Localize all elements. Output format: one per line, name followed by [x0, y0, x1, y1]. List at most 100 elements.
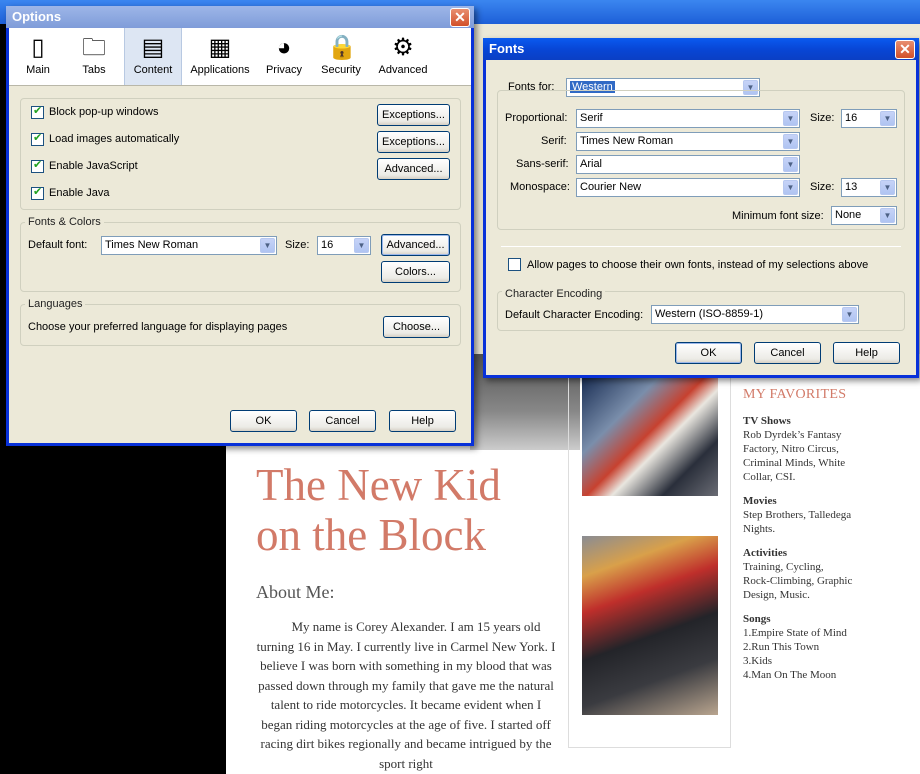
- songs-heading: Songs: [743, 613, 771, 625]
- proportional-select[interactable]: Serif ▼: [576, 109, 800, 128]
- fonts-advanced-button[interactable]: Advanced...: [381, 234, 450, 256]
- default-encoding-label: Default Character Encoding:: [505, 309, 644, 321]
- options-titlebar[interactable]: Options ✕: [6, 6, 474, 28]
- images-exceptions-button[interactable]: Exceptions...: [377, 131, 450, 153]
- column-border: [730, 378, 731, 748]
- list-item: Nights.: [743, 523, 776, 535]
- enable-javascript-label: Enable JavaScript: [49, 160, 138, 172]
- default-font-label: Default font:: [28, 239, 88, 251]
- about-heading: About Me:: [256, 582, 335, 602]
- privacy-icon: ◕: [276, 34, 292, 61]
- monospace-size-label: Size:: [810, 181, 835, 193]
- colors-button[interactable]: Colors...: [381, 261, 450, 283]
- tab-security[interactable]: 🔒 Security: [314, 28, 368, 85]
- column-border: [568, 747, 730, 748]
- list-item: 1.Empire State of Mind: [743, 627, 847, 639]
- tab-applications[interactable]: ▦ Applications: [185, 28, 255, 85]
- fonts-colors-title: Fonts & Colors: [25, 216, 104, 228]
- movies-heading: Movies: [743, 495, 777, 507]
- activities-section: Activities Training, Cycling, Rock-Climb…: [743, 546, 893, 602]
- enable-java-label: Enable Java: [49, 187, 110, 199]
- load-images-label: Load images automatically: [49, 133, 180, 145]
- chevron-down-icon: ▼: [783, 157, 798, 172]
- proportional-size-select[interactable]: 16 ▼: [841, 109, 897, 128]
- load-images-checkbox[interactable]: [31, 131, 44, 146]
- options-close-button[interactable]: ✕: [450, 8, 470, 27]
- chevron-down-icon: ▼: [842, 307, 857, 322]
- content-icon: ▤: [141, 34, 165, 61]
- fonts-help-button[interactable]: Help: [833, 342, 900, 364]
- fonts-close-button[interactable]: ✕: [895, 40, 915, 59]
- list-item: 2.Run This Town: [743, 641, 820, 653]
- list-item: Rob Dyrdek’s Fantasy: [743, 429, 842, 441]
- chevron-down-icon: ▼: [354, 238, 369, 253]
- font-size-select[interactable]: 16 ▼: [317, 236, 371, 255]
- monospace-select[interactable]: Courier New ▼: [576, 178, 800, 197]
- tab-content[interactable]: ▤ Content: [124, 28, 182, 85]
- allow-pages-fonts-checkbox[interactable]: [508, 258, 521, 271]
- fonts-cancel-button[interactable]: Cancel: [754, 342, 821, 364]
- close-icon: ✕: [899, 41, 911, 57]
- languages-text: Choose your preferred language for displ…: [28, 321, 288, 333]
- list-item: 3.Kids: [743, 655, 773, 667]
- tabs-icon: 🗀: [82, 34, 106, 61]
- page-title: The New Kid on the Block: [256, 460, 501, 560]
- list-item: Design, Music.: [743, 589, 810, 601]
- options-dialog: Options ✕ ▯ Main 🗀 Tabs ▤ Content ▦ Appl…: [6, 6, 474, 446]
- fonts-ok-button[interactable]: OK: [675, 342, 742, 364]
- column-border: [568, 378, 569, 748]
- monospace-size-select[interactable]: 13 ▼: [841, 178, 897, 197]
- tab-tabs[interactable]: 🗀 Tabs: [67, 28, 121, 85]
- options-toolbar: ▯ Main 🗀 Tabs ▤ Content ▦ Applications ◕…: [9, 28, 471, 86]
- separator: [501, 246, 901, 247]
- songs-section: Songs 1.Empire State of Mind 2.Run This …: [743, 612, 893, 682]
- sans-serif-select[interactable]: Arial ▼: [576, 155, 800, 174]
- enable-javascript-checkbox[interactable]: [31, 158, 44, 173]
- motorcycle-photo: [582, 378, 718, 496]
- tab-main[interactable]: ▯ Main: [11, 28, 65, 85]
- options-help-button[interactable]: Help: [389, 410, 456, 432]
- close-icon: ✕: [454, 9, 466, 25]
- list-item: Criminal Minds, White: [743, 457, 846, 469]
- minimum-font-size-label: Minimum font size:: [732, 210, 824, 222]
- proportional-size-label: Size:: [810, 112, 835, 124]
- list-item: 4.Man On The Moon: [743, 669, 837, 681]
- minimum-font-size-select[interactable]: None ▼: [831, 206, 897, 225]
- block-popups-label: Block pop-up windows: [49, 106, 159, 118]
- options-ok-button[interactable]: OK: [230, 410, 297, 432]
- options-title: Options: [12, 9, 62, 24]
- sans-serif-label: Sans-serif:: [516, 158, 569, 170]
- list-item: Step Brothers, Talledega: [743, 509, 852, 521]
- list-item: Rock-Climbing, Graphic: [743, 575, 853, 587]
- tv-shows-heading: TV Shows: [743, 415, 791, 427]
- favorites-sidebar: MY FAVORITES TV Shows Rob Dyrdek’s Fanta…: [743, 388, 893, 692]
- chevron-down-icon: ▼: [783, 134, 798, 149]
- about-text: My name is Corey Alexander. I am 15 year…: [256, 619, 556, 771]
- proportional-label: Proportional:: [505, 112, 568, 124]
- javascript-advanced-button[interactable]: Advanced...: [377, 158, 450, 180]
- chevron-down-icon: ▼: [260, 238, 275, 253]
- default-font-select[interactable]: Times New Roman ▼: [101, 236, 277, 255]
- choose-language-button[interactable]: Choose...: [383, 316, 450, 338]
- tab-advanced[interactable]: ⚙ Advanced: [373, 28, 433, 85]
- fonts-title: Fonts: [489, 41, 525, 56]
- enable-java-checkbox[interactable]: [31, 185, 44, 200]
- chevron-down-icon: ▼: [880, 180, 895, 195]
- font-size-label: Size:: [285, 239, 310, 251]
- popup-exceptions-button[interactable]: Exceptions...: [377, 104, 450, 126]
- fonts-dialog: Fonts ✕ Fonts for: Western ▼ Proportiona…: [483, 38, 919, 378]
- monospace-label: Monospace:: [510, 181, 570, 193]
- options-cancel-button[interactable]: Cancel: [309, 410, 376, 432]
- list-item: Factory, Nitro Circus,: [743, 443, 839, 455]
- list-item: Training, Cycling,: [743, 561, 824, 573]
- block-popups-checkbox[interactable]: [31, 104, 44, 119]
- default-encoding-select[interactable]: Western (ISO-8859-1) ▼: [651, 305, 859, 324]
- character-encoding-title: Character Encoding: [502, 288, 606, 300]
- allow-pages-fonts-label: Allow pages to choose their own fonts, i…: [527, 259, 869, 271]
- tab-privacy[interactable]: ◕ Privacy: [259, 28, 309, 85]
- security-icon: 🔒: [327, 34, 357, 61]
- chevron-down-icon: ▼: [880, 208, 895, 223]
- serif-select[interactable]: Times New Roman ▼: [576, 132, 800, 151]
- article: The New Kid on the Block About Me: My na…: [256, 460, 556, 773]
- fonts-titlebar[interactable]: Fonts ✕: [483, 38, 919, 60]
